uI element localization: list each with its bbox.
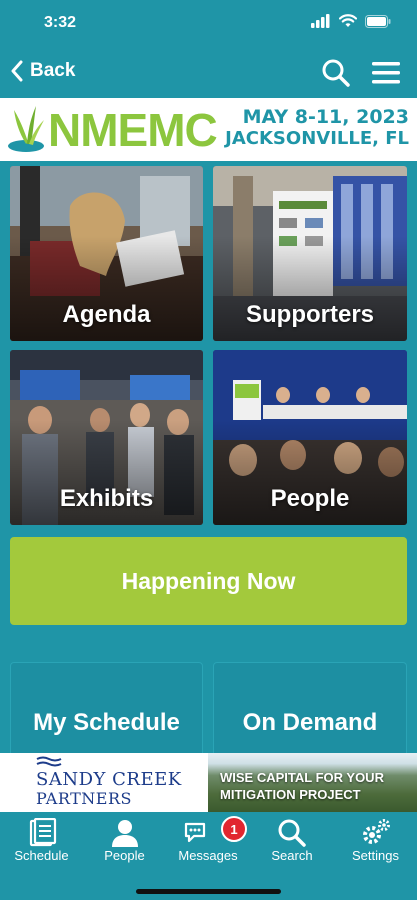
navigation-bar: Back	[0, 48, 417, 98]
happening-now-button[interactable]: Happening Now	[10, 537, 407, 625]
event-dates: MAY 8-11, 2023 JACKSONVILLE, FL	[225, 106, 409, 150]
menu-icon[interactable]	[371, 61, 401, 85]
supporters-tile[interactable]: Supporters	[213, 166, 407, 341]
my-schedule-label: My Schedule	[33, 709, 180, 736]
status-icons	[311, 14, 391, 28]
people-tile[interactable]: People	[213, 350, 407, 525]
wave-logo-icon	[36, 756, 62, 767]
on-demand-tile[interactable]: On Demand	[213, 662, 407, 753]
messages-badge: 1	[221, 816, 247, 842]
home-content: Agenda Supporters Exhibits People Happen…	[0, 161, 417, 753]
gears-icon	[362, 819, 390, 844]
home-indicator[interactable]	[136, 889, 281, 894]
tab-settings[interactable]: Settings	[334, 812, 417, 868]
event-location: JACKSONVILLE, FL	[225, 128, 409, 149]
my-schedule-tile[interactable]: My Schedule	[10, 662, 203, 753]
tab-messages[interactable]: 1 Messages	[166, 812, 250, 868]
supporters-label: Supporters	[245, 301, 374, 328]
ad-brand-line1: SANDY CREEK	[36, 769, 182, 790]
bottom-tab-bar: Schedule People 1 Messages Search Settin…	[0, 812, 417, 868]
event-date: MAY 8-11, 2023	[242, 106, 409, 128]
tab-messages-label: Messages	[178, 848, 238, 863]
ad-brand-line2: PARTNERS	[36, 789, 132, 808]
exhibits-tile[interactable]: Exhibits	[10, 350, 203, 525]
sandy-creek-ad[interactable]: SANDY CREEK PARTNERS	[0, 753, 208, 812]
search-icon[interactable]	[321, 58, 351, 88]
back-label: Back	[30, 60, 76, 81]
agenda-label: Agenda	[62, 301, 151, 328]
tab-settings-label: Settings	[352, 848, 399, 863]
tab-search[interactable]: Search	[250, 812, 334, 868]
signal-icon	[311, 14, 330, 28]
search-icon	[278, 819, 306, 847]
wifi-icon	[339, 14, 357, 27]
ad-tagline-line1: WISE CAPITAL FOR YOUR	[220, 770, 384, 785]
status-bar: 3:32	[0, 0, 417, 48]
people-label: People	[270, 485, 350, 512]
on-demand-label: On Demand	[242, 709, 378, 736]
chevron-left-icon	[11, 60, 23, 82]
chat-icon	[184, 822, 205, 843]
tab-people[interactable]: People	[83, 812, 166, 868]
exhibits-label: Exhibits	[59, 485, 154, 512]
ad-tagline-line2: MITIGATION PROJECT	[220, 787, 361, 802]
agenda-tile[interactable]: Agenda	[10, 166, 203, 341]
tab-schedule-label: Schedule	[14, 848, 69, 863]
home-indicator-area	[0, 868, 417, 900]
tab-schedule[interactable]: Schedule	[0, 812, 83, 868]
status-time: 3:32	[44, 14, 77, 31]
battery-icon	[365, 14, 391, 28]
tab-people-label: People	[104, 848, 145, 863]
schedule-icon	[29, 818, 56, 847]
event-banner: NMEMC MAY 8-11, 2023 JACKSONVILLE, FL	[0, 98, 417, 161]
happening-now-label: Happening Now	[121, 567, 296, 594]
tab-search-label: Search	[271, 848, 313, 863]
person-icon	[111, 820, 138, 847]
back-button[interactable]: Back	[10, 60, 75, 82]
logo-text: NMEMC	[48, 104, 218, 156]
mitigation-ad[interactable]: WISE CAPITAL FOR YOUR MITIGATION PROJECT	[208, 753, 417, 812]
grass-logo-icon	[8, 106, 44, 152]
sponsor-ad-banner[interactable]: SANDY CREEK PARTNERS WISE CAPITAL FOR YO…	[0, 753, 417, 812]
